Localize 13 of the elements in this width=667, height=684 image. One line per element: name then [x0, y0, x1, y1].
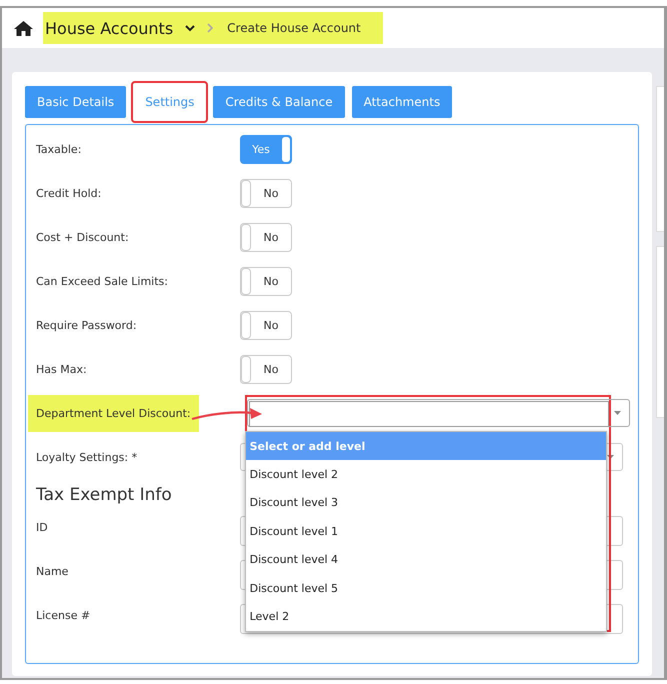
field-label: Can Exceed Sale Limits: — [36, 274, 169, 288]
field-label: Department Level Discount: — [28, 394, 199, 432]
breadcrumb-current: Create House Account — [227, 21, 361, 35]
field-label: Has Max: — [36, 362, 88, 376]
field-label: Cost + Discount: — [36, 230, 130, 244]
field-label: License # — [36, 609, 92, 622]
section-heading: Tax Exempt Info — [36, 484, 172, 507]
field-label: Credit Hold: — [36, 186, 102, 200]
field-label: Loyalty Settings: * — [36, 450, 138, 464]
field-label: Taxable: — [36, 142, 82, 156]
field-label: ID — [36, 521, 49, 534]
field-label: Name — [36, 565, 70, 578]
field-label: Require Password: — [36, 318, 138, 332]
